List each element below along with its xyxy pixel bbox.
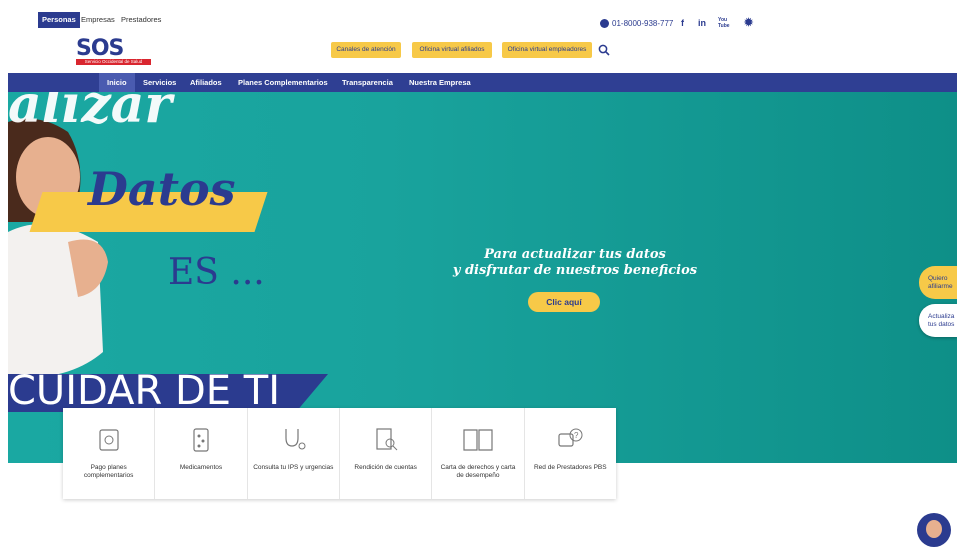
svg-text:?: ?	[574, 431, 579, 440]
card-medicamentos[interactable]: Medicamentos	[155, 408, 248, 499]
card-label: Rendición de cuentas	[354, 464, 417, 471]
quick-access-cards: Pago planes complementarios Medicamentos…	[63, 408, 616, 499]
card-label: Pago planes complementarios	[83, 464, 134, 479]
search-icon[interactable]	[598, 44, 610, 56]
segment-prestadores[interactable]: Prestadores	[121, 12, 161, 28]
quiero-afiliarme-button[interactable]: Quiero afiliarme	[919, 266, 957, 299]
book-icon	[463, 429, 493, 451]
actualiza-datos-button[interactable]: Actualiza tus datos	[919, 304, 957, 337]
payment-icon	[99, 429, 119, 451]
card-red-prestadores[interactable]: ? Red de Prestadores PBS	[525, 408, 616, 499]
nav-servicios[interactable]: Servicios	[135, 73, 184, 92]
phone-text: 01-8000-938-777	[612, 19, 674, 28]
card-label: Red de Prestadores PBS	[533, 464, 607, 471]
nav-inicio[interactable]: Inicio	[99, 73, 135, 92]
logo-text: SOS	[76, 36, 124, 61]
card-label: Medicamentos	[179, 464, 223, 471]
pill-canales[interactable]: Canales de atención	[331, 42, 401, 58]
chat-question-icon: ?	[558, 428, 583, 447]
headline-line-2: y disfrutar de nuestros beneficios	[452, 263, 698, 278]
card-carta-derechos[interactable]: Carta de derechos y carta de desempeño	[432, 408, 525, 499]
pill-oficina-empleadores[interactable]: Oficina virtual empleadores	[502, 42, 592, 58]
logo-subtitle: Servicio Occidental de Salud	[76, 59, 151, 65]
top-bar: Personas Empresas Prestadores 01-8000-93…	[0, 8, 957, 30]
sos-logo[interactable]: SOS Servicio Occidental de Salud	[76, 36, 154, 65]
phone-number[interactable]: 01-8000-938-777	[600, 19, 673, 28]
nav-planes[interactable]: Planes Complementarios	[230, 73, 336, 92]
gear-icon[interactable]: ✹	[744, 16, 753, 29]
hero-word-alizar: alizar	[8, 92, 172, 135]
document-search-icon	[376, 428, 397, 451]
headline-line-1: Para actualizar tus datos	[484, 247, 666, 262]
card-rendicion[interactable]: Rendición de cuentas	[340, 408, 433, 499]
nav-transparencia[interactable]: Transparencia	[334, 73, 401, 92]
facebook-icon[interactable]: f	[681, 18, 684, 28]
medicine-icon	[193, 428, 209, 452]
clic-aqui-button[interactable]: Clic aquí	[528, 292, 600, 312]
card-pago-planes[interactable]: Pago planes complementarios	[63, 408, 156, 499]
youtube-icon[interactable]: You Tube	[718, 17, 730, 29]
hero-headline: Para actualizar tus datos y disfrutar de…	[445, 247, 705, 279]
hero-word-datos: Datos	[88, 162, 236, 216]
stethoscope-icon	[285, 429, 306, 450]
chat-assistant-avatar[interactable]	[917, 513, 951, 547]
card-label: Consulta tu IPS y urgencias	[253, 464, 334, 471]
pill-oficina-afiliados[interactable]: Oficina virtual afiliados	[412, 42, 492, 58]
card-label: Carta de derechos y carta de desempeño	[440, 464, 516, 479]
nav-afiliados[interactable]: Afiliados	[182, 73, 230, 92]
segment-personas[interactable]: Personas	[38, 12, 80, 28]
avatar-face	[926, 520, 942, 538]
linkedin-icon[interactable]: in	[698, 18, 706, 28]
woman-illustration	[8, 118, 108, 378]
nav-nuestra-empresa[interactable]: Nuestra Empresa	[401, 73, 479, 92]
main-nav: Inicio Servicios Afiliados Planes Comple…	[8, 73, 957, 92]
phone-icon	[600, 19, 609, 28]
segment-empresas[interactable]: Empresas	[81, 12, 115, 28]
card-consulta-ips[interactable]: Consulta tu IPS y urgencias	[248, 408, 340, 499]
hero-word-es: ES ...	[168, 252, 265, 293]
